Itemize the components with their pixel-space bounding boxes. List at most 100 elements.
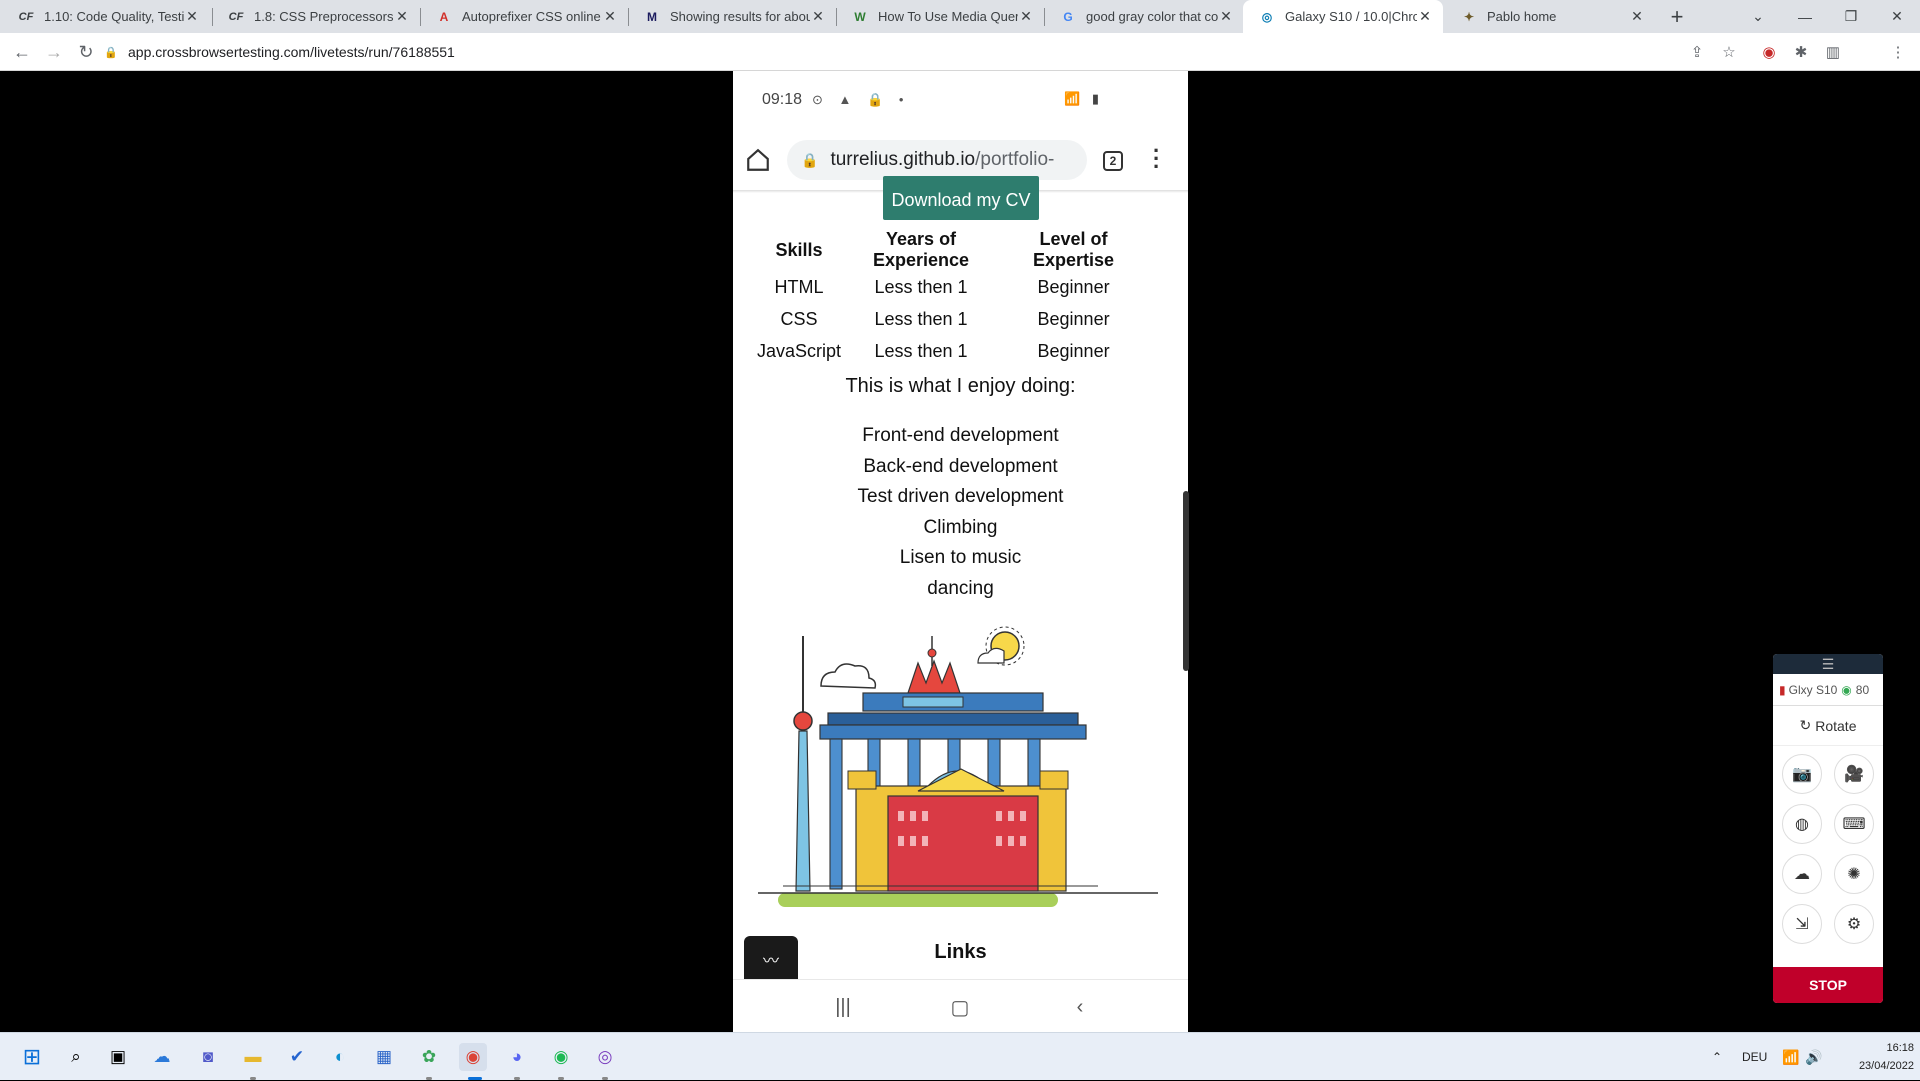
minimize-button[interactable]: — xyxy=(1782,0,1828,33)
enjoy-heading: This is what I enjoy doing: xyxy=(845,375,1076,397)
browser-tab[interactable]: W How To Use Media Querie ✕ xyxy=(836,0,1044,33)
restore-button[interactable]: ❐ xyxy=(1828,0,1874,33)
berlin-illustration xyxy=(758,626,1158,907)
table-row: CSS Less then 1 Beginner xyxy=(757,303,1146,335)
debug-bug-icon[interactable]: ✺ xyxy=(1834,854,1874,894)
address-bar[interactable]: 🔒 app.crossbrowsertesting.com/livetests/… xyxy=(104,37,1724,67)
address-url: app.crossbrowsertesting.com/livetests/ru… xyxy=(128,44,455,60)
drag-handle[interactable]: ☰ xyxy=(1773,654,1883,674)
todo-check-icon[interactable]: ✔ xyxy=(283,1043,311,1071)
browser-tab-active[interactable]: ◎ Galaxy S10 / 10.0|Chrome ✕ xyxy=(1243,0,1443,33)
discord-icon[interactable]: ◕ xyxy=(503,1043,531,1071)
reload-icon[interactable]: ↻ xyxy=(72,39,100,65)
close-icon[interactable]: ✕ xyxy=(184,8,200,25)
onedrive-icon[interactable]: ☁ xyxy=(148,1043,176,1071)
stop-button[interactable]: STOP xyxy=(1773,967,1883,1003)
file-explorer-icon[interactable]: ▬ xyxy=(239,1043,267,1071)
tab-title: Autoprefixer CSS online xyxy=(462,9,601,24)
table-cell: HTML xyxy=(774,276,824,297)
spotify-icon[interactable]: ◉ xyxy=(547,1043,575,1071)
github-desktop-icon[interactable]: ◎ xyxy=(591,1043,619,1071)
keyboard-icon[interactable]: ⌨ xyxy=(1834,804,1874,844)
close-icon[interactable]: ✕ xyxy=(394,8,410,25)
network-globe-icon[interactable]: ◍ xyxy=(1782,804,1822,844)
edge-browser-icon[interactable]: ◐ xyxy=(326,1043,354,1071)
crossbrowsertesting-favicon-icon: ◎ xyxy=(1261,9,1273,24)
browser-version: 80 xyxy=(1855,682,1870,697)
volume-icon[interactable]: 🔊 xyxy=(1805,1033,1822,1081)
tab-title: Pablo home xyxy=(1487,9,1557,24)
chrome-menu-icon[interactable]: ⋮ xyxy=(1885,39,1911,65)
settings-gear-icon[interactable]: ⚙ xyxy=(1834,904,1874,944)
resize-icon[interactable]: ⇲ xyxy=(1782,904,1822,944)
share-icon[interactable]: ⇪ xyxy=(1684,39,1710,65)
w3-favicon-icon: W xyxy=(854,9,866,24)
windows-taskbar: ⊞ ⌕ ▣ ☁ ◙ ▬ ✔ ◐ ▦ ✿ ◉ ◕ ◉ ◎ ⌃ DEU 📶 🔊 16… xyxy=(0,1032,1920,1080)
system-clock[interactable]: 16:18 23/04/2022 xyxy=(1830,1039,1914,1075)
home-button-icon[interactable]: ▢ xyxy=(948,995,972,1019)
close-icon[interactable]: ✕ xyxy=(810,8,826,25)
mobile-menu-icon[interactable]: · · · xyxy=(1153,140,1161,178)
forward-arrow-icon[interactable]: → xyxy=(40,39,68,65)
cbt-control-panel: ☰ ▮ Glxy S10 ◉ 80 ↻ Rotate 📷 🎥 ◍ ⌨ ☁ ✺ ⇲… xyxy=(1773,654,1883,1003)
lock-icon: 🔒 xyxy=(801,151,819,168)
table-row: JavaScript Less then 1 Beginner xyxy=(757,335,1146,367)
record-video-icon[interactable]: 🎥 xyxy=(1834,754,1874,794)
recent-apps-icon[interactable]: ||| xyxy=(831,995,855,1019)
table-cell: Less then 1 xyxy=(874,308,968,329)
wifi-icon[interactable]: 📶 xyxy=(1782,1033,1799,1081)
status-time: 09:18 xyxy=(762,91,803,108)
close-window-button[interactable]: ✕ xyxy=(1874,0,1920,33)
browser-tab[interactable]: ✦ Pablo home ✕ xyxy=(1445,0,1655,33)
teams-chat-icon[interactable]: ◙ xyxy=(194,1043,222,1071)
close-icon[interactable]: ✕ xyxy=(1417,8,1433,25)
download-cv-button[interactable]: Download my CV xyxy=(883,176,1039,220)
mobile-address-field[interactable]: 🔒 turrelius.github.io/portfolio- xyxy=(787,140,1087,180)
tab-strip: CF 1.10: Code Quality, Testing ✕ CF 1.8:… xyxy=(0,0,1920,33)
table-header: Years of Experience xyxy=(873,229,970,270)
close-icon[interactable]: ✕ xyxy=(602,8,618,25)
pablo-favicon-icon: ✦ xyxy=(1463,9,1475,24)
microsoft-store-icon[interactable]: ▦ xyxy=(370,1043,398,1071)
page-viewport: 09:18 ⊙ ▲ 🔒 • 📶 ▮ 🔒 turrelius.github.io /… xyxy=(0,71,1920,1032)
bookmark-star-icon[interactable]: ☆ xyxy=(1716,39,1742,65)
links-heading: Links xyxy=(934,941,987,963)
cbt-tools-grid: 📷 🎥 ◍ ⌨ ☁ ✺ ⇲ ⚙ xyxy=(1773,746,1883,952)
browser-tab[interactable]: M Showing results for about: ✕ xyxy=(628,0,836,33)
search-icon[interactable]: ⌕ xyxy=(62,1043,90,1071)
list-item: dancing xyxy=(927,577,994,599)
extensions-puzzle-icon[interactable]: ✱ xyxy=(1788,39,1814,65)
task-view-icon[interactable]: ▣ xyxy=(104,1043,132,1071)
new-tab-button[interactable]: + xyxy=(1663,0,1691,33)
url-host: turrelius.github.io xyxy=(830,149,976,170)
close-icon[interactable]: ✕ xyxy=(1629,8,1645,25)
screenshot-camera-icon[interactable]: 📷 xyxy=(1782,754,1822,794)
chrome-browser-icon[interactable]: ◉ xyxy=(459,1043,487,1071)
back-arrow-icon[interactable]: ← xyxy=(8,39,36,65)
codeacademy-favicon-icon: CF xyxy=(228,10,244,23)
extension-badge-icon[interactable]: ◉ xyxy=(1756,39,1782,65)
rotate-icon: ↻ xyxy=(1799,717,1812,733)
tab-search-chevron-icon[interactable]: ⌄ xyxy=(1735,0,1781,33)
back-chevron-icon[interactable]: ‹ xyxy=(1068,995,1092,1019)
close-icon[interactable]: ✕ xyxy=(1218,8,1234,25)
language-indicator[interactable]: DEU xyxy=(1742,1033,1767,1081)
upload-cloud-icon[interactable]: ☁ xyxy=(1782,854,1822,894)
windows-start-icon[interactable]: ⊞ xyxy=(18,1043,46,1071)
browser-tab[interactable]: G good gray color that contr ✕ xyxy=(1044,0,1244,33)
close-icon[interactable]: ✕ xyxy=(1018,8,1034,25)
side-panel-icon[interactable]: ▥ xyxy=(1820,39,1846,65)
chrome-logo-icon: ◉ xyxy=(1841,682,1852,697)
tab-title: 1.10: Code Quality, Testing xyxy=(44,9,184,24)
browser-tab[interactable]: CF 1.8: CSS Preprocessors & C ✕ xyxy=(212,0,420,33)
status-signal-battery-icons: 📶 ▮ xyxy=(1064,91,1103,106)
scroll-indicator[interactable] xyxy=(1183,491,1189,671)
browser-tab[interactable]: A Autoprefixer CSS online ✕ xyxy=(420,0,628,33)
browser-tab[interactable]: CF 1.10: Code Quality, Testing ✕ xyxy=(2,0,210,33)
home-icon[interactable] xyxy=(745,147,771,173)
rotate-button[interactable]: ↻ Rotate xyxy=(1773,706,1883,746)
tray-chevron-icon[interactable]: ⌃ xyxy=(1712,1033,1722,1081)
tab-switcher-button[interactable]: 2 xyxy=(1103,151,1123,171)
device-info: ▮ Glxy S10 ◉ 80 xyxy=(1773,674,1883,706)
green-app-icon[interactable]: ✿ xyxy=(415,1043,443,1071)
